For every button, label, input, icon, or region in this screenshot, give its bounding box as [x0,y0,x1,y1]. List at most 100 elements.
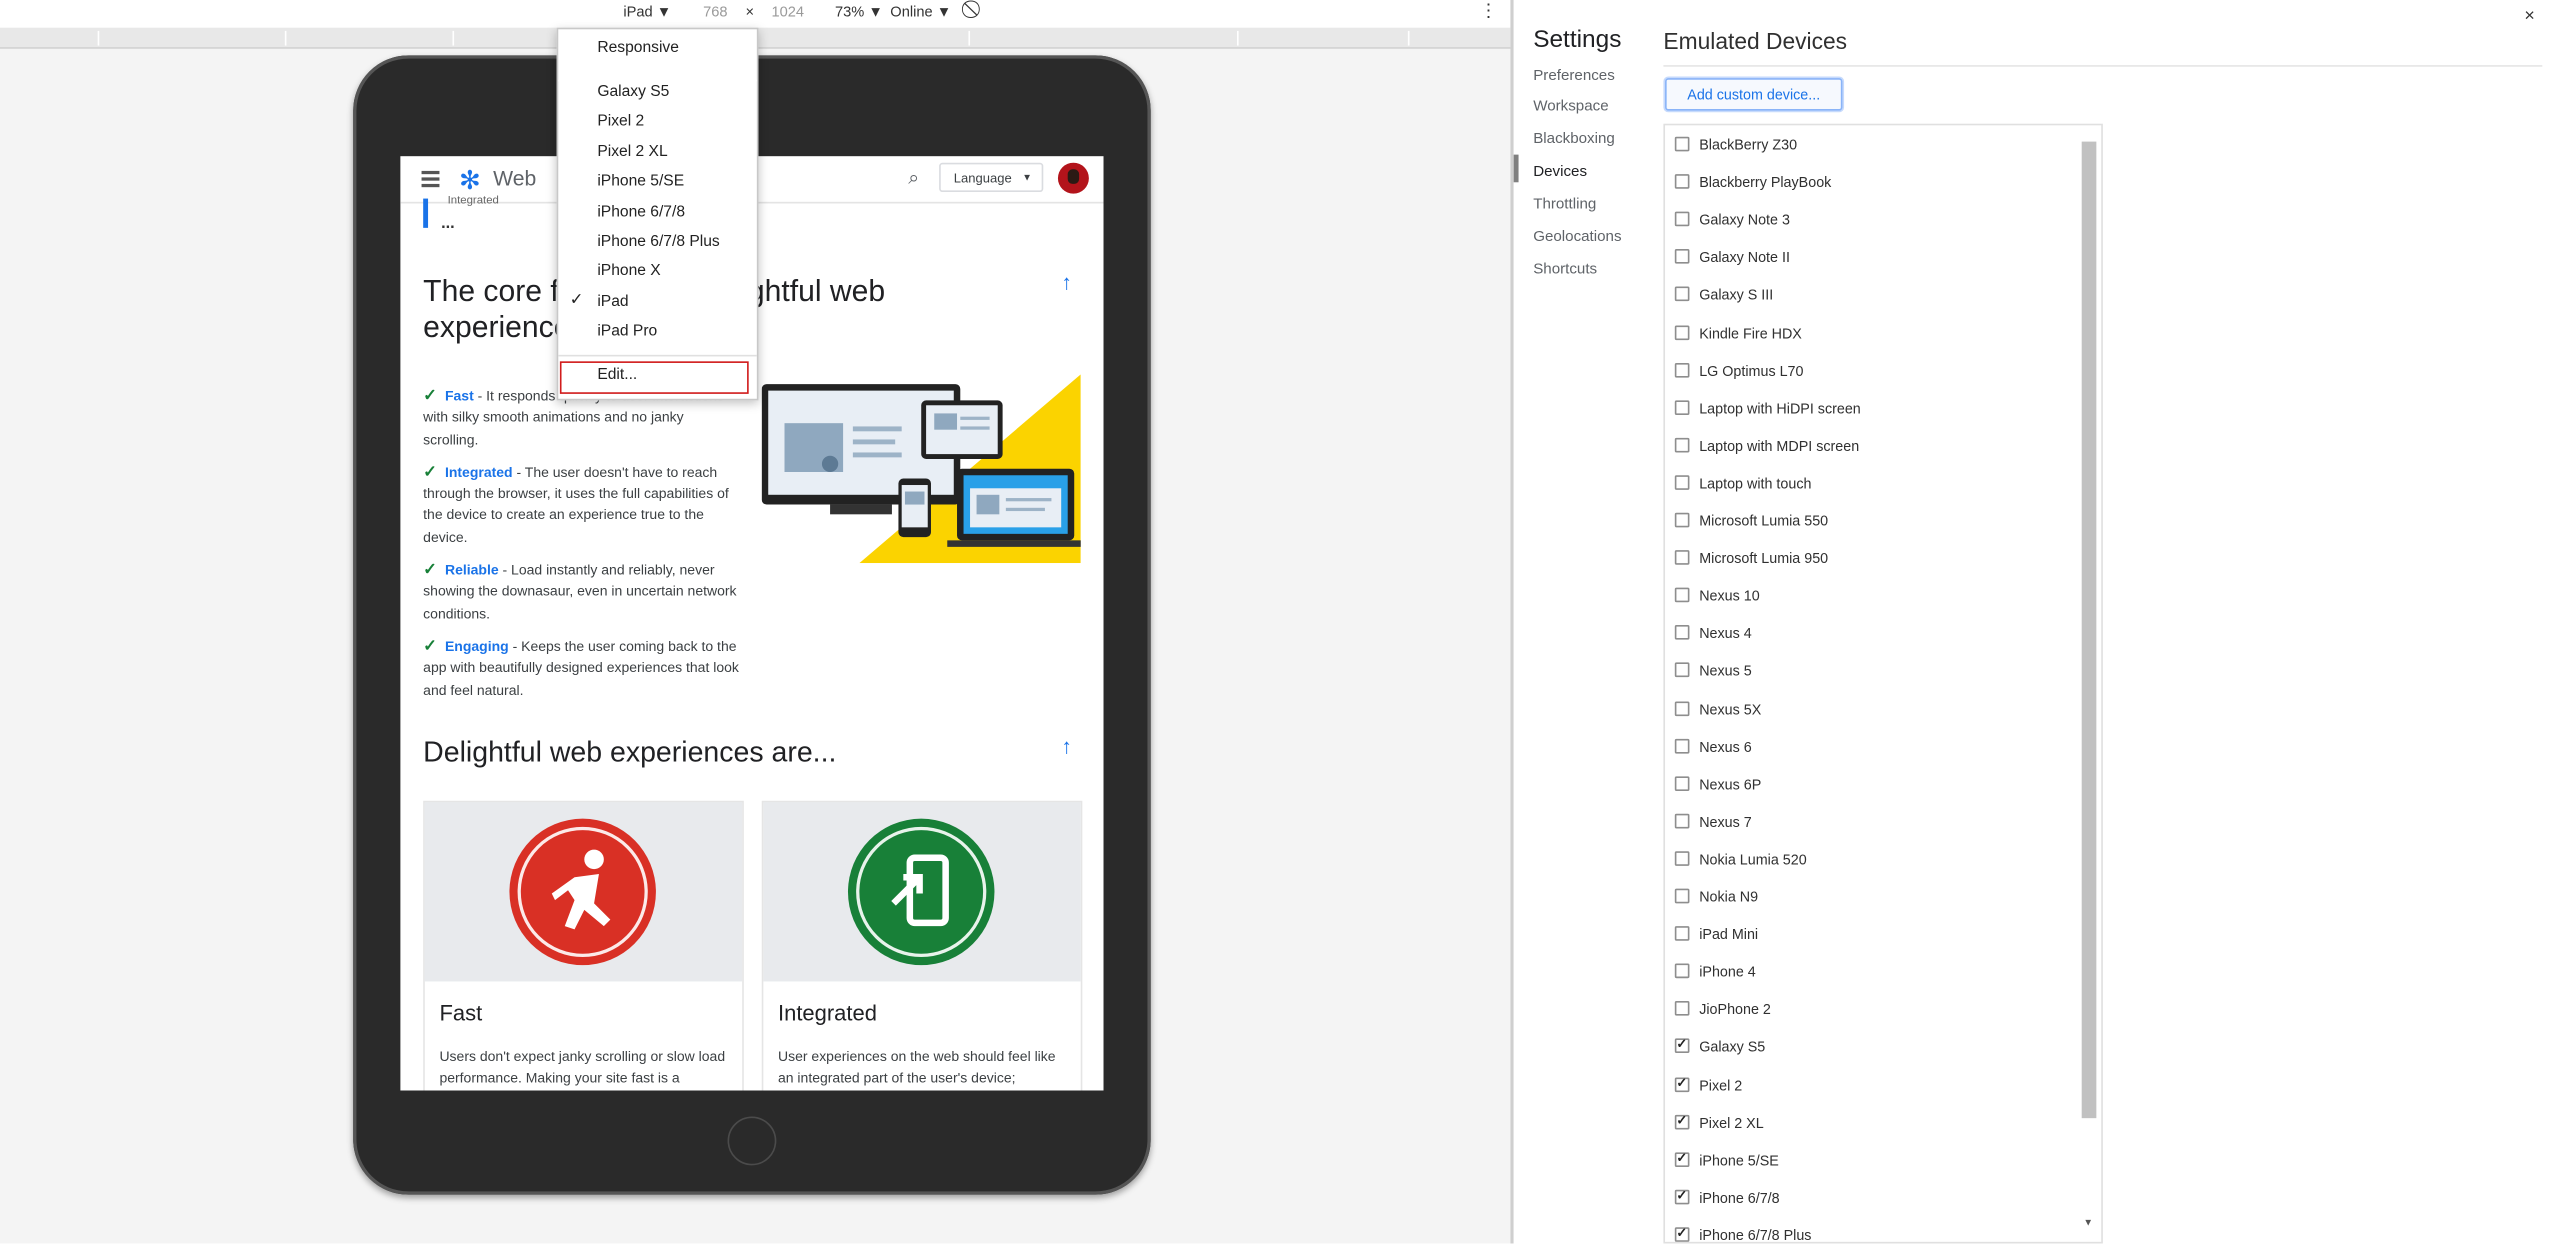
keyword-link[interactable]: Fast [445,387,474,403]
device-list-item[interactable]: Galaxy S III [1674,284,1773,307]
device-checkbox[interactable] [1674,813,1690,829]
device-list-item[interactable]: Nokia N9 [1674,885,1758,908]
device-list-item[interactable]: Laptop with touch [1674,472,1811,495]
device-list-item[interactable]: Nokia Lumia 520 [1674,848,1807,871]
device-checkbox[interactable] [1674,625,1690,641]
device-list-item[interactable]: Microsoft Lumia 950 [1674,547,1828,570]
nav-throttling[interactable]: Throttling [1533,195,1596,211]
device-checkbox[interactable] [1674,324,1690,340]
device-list-item[interactable]: Nexus 6 [1674,735,1752,758]
web-logo-icon[interactable]: ✻ [459,164,481,197]
device-list-item[interactable]: Nexus 10 [1674,585,1760,608]
device-checkbox[interactable] [1674,475,1690,490]
device-checkbox[interactable] [1674,851,1690,866]
device-checkbox[interactable] [1674,399,1690,415]
arrow-up-icon[interactable]: ↑ [1061,270,1072,294]
nav-workspace[interactable]: Workspace [1533,98,1608,114]
device-list-item[interactable]: Laptop with HiDPI screen [1674,397,1861,420]
device-list-item[interactable]: Blackberry PlayBook [1674,171,1831,194]
device-list-item[interactable]: Nexus 7 [1674,810,1752,833]
keyword-link[interactable]: Reliable [445,562,499,578]
device-checkbox[interactable] [1674,1147,1690,1170]
device-checkbox[interactable] [1674,550,1690,565]
arrow-up-icon[interactable]: ↑ [1061,734,1072,758]
device-list-item[interactable]: Laptop with MDPI screen [1674,434,1859,457]
nav-preferences[interactable]: Preferences [1533,67,1615,83]
device-checkbox[interactable] [1674,174,1690,189]
width-input[interactable]: 768 [703,3,727,19]
device-checkbox[interactable] [1674,738,1690,753]
nav-shortcuts[interactable]: Shortcuts [1533,260,1597,276]
device-checkbox[interactable] [1674,211,1690,227]
menu-item-iphone-5-se[interactable]: iPhone 5/SE [597,173,684,191]
device-checkbox[interactable] [1674,249,1690,265]
device-list-item[interactable]: LG Optimus L70 [1674,359,1803,382]
avatar[interactable] [1057,162,1089,194]
device-checkbox[interactable] [1674,1001,1690,1017]
device-checkbox[interactable] [1674,1185,1690,1207]
device-list-item[interactable]: Galaxy S5 [1674,1034,1765,1059]
nav-blackboxing[interactable]: Blackboxing [1533,130,1615,146]
menu-item-ipad[interactable]: iPad [597,293,628,311]
device-list-item[interactable]: Galaxy Note II [1674,246,1790,269]
device-checkbox[interactable] [1674,700,1690,716]
device-checkbox[interactable] [1674,587,1690,603]
menu-item-iphone-6-7-8[interactable]: iPhone 6/7/8 [597,203,685,221]
device-select[interactable]: iPad ▼ [623,3,671,19]
more-options-icon[interactable]: ⋮ [1479,0,1497,22]
device-checkbox[interactable] [1674,437,1690,453]
close-icon[interactable]: × [2524,7,2534,27]
device-checkbox[interactable] [1674,1034,1690,1057]
device-list-item[interactable]: Kindle Fire HDX [1674,321,1802,344]
menu-item-pixel-2[interactable]: Pixel 2 [597,112,644,130]
menu-item-responsive[interactable]: Responsive [597,39,679,57]
scrollbar-thumb[interactable] [2081,141,2097,1119]
keyword-link[interactable]: Engaging [445,638,509,654]
device-list-item[interactable]: iPhone 4 [1674,961,1756,984]
device-list-item[interactable]: Pixel 2 [1674,1072,1742,1096]
device-list-item[interactable]: Nexus 5 [1674,660,1752,683]
menu-item-pixel-2-xl[interactable]: Pixel 2 XL [597,143,667,161]
device-checkbox[interactable] [1674,775,1690,791]
menu-item-ipad-pro[interactable]: iPad Pro [597,322,657,340]
device-list-item[interactable]: Galaxy Note 3 [1674,209,1790,232]
site-name[interactable]: Web [493,166,536,190]
nav-devices[interactable]: Devices [1533,163,1587,179]
device-checkbox[interactable] [1674,136,1690,152]
device-checkbox[interactable] [1674,1072,1690,1095]
network-select[interactable]: Online ▼ [890,3,951,19]
menu-icon[interactable] [421,170,440,187]
device-list-item[interactable]: Nexus 4 [1674,622,1752,645]
device-list-item[interactable]: BlackBerry Z30 [1674,133,1797,156]
device-checkbox[interactable] [1674,926,1690,941]
device-list-item[interactable]: Nexus 6P [1674,773,1761,796]
card-integrated[interactable]: Integrated User experiences on the web s… [761,800,1083,1091]
device-checkbox[interactable] [1674,362,1690,377]
device-checkbox[interactable] [1674,287,1690,302]
device-checkbox[interactable] [1674,963,1690,979]
keyword-link[interactable]: Integrated [445,464,513,480]
nav-geolocations[interactable]: Geolocations [1533,228,1621,244]
height-input[interactable]: 1024 [771,3,804,19]
device-list-item[interactable]: iPhone 6/7/8 Plus [1674,1222,1811,1242]
device-list-item[interactable]: JioPhone 2 [1674,998,1771,1021]
device-checkbox[interactable] [1674,1109,1690,1132]
device-list-item[interactable]: iPad Mini [1674,923,1758,946]
device-list-item[interactable]: iPhone 6/7/8 [1674,1185,1780,1209]
language-select[interactable]: Language ▼ [939,162,1044,193]
menu-item-edit[interactable]: Edit... [597,366,637,384]
zoom-select[interactable]: 73% ▼ [835,3,883,19]
search-icon[interactable]: ⌕ [908,166,919,190]
device-checkbox[interactable] [1674,1222,1690,1242]
scroll-down-icon[interactable]: ▼ [2083,1219,2093,1229]
device-list-item[interactable]: Microsoft Lumia 550 [1674,509,1828,532]
card-fast[interactable]: Fast Users don't expect janky scrolling … [423,800,744,1091]
menu-item-iphone-6-7-8-plus[interactable]: iPhone 6/7/8 Plus [597,233,719,251]
device-list-item[interactable]: iPhone 5/SE [1674,1147,1779,1172]
device-list-item[interactable]: Pixel 2 XL [1674,1109,1764,1134]
menu-item-galaxy-s5[interactable]: Galaxy S5 [597,83,669,101]
device-list-item[interactable]: Nexus 5X [1674,697,1761,720]
device-checkbox[interactable] [1674,663,1690,678]
device-checkbox[interactable] [1674,888,1690,904]
more-dots[interactable]: ... [441,215,455,233]
